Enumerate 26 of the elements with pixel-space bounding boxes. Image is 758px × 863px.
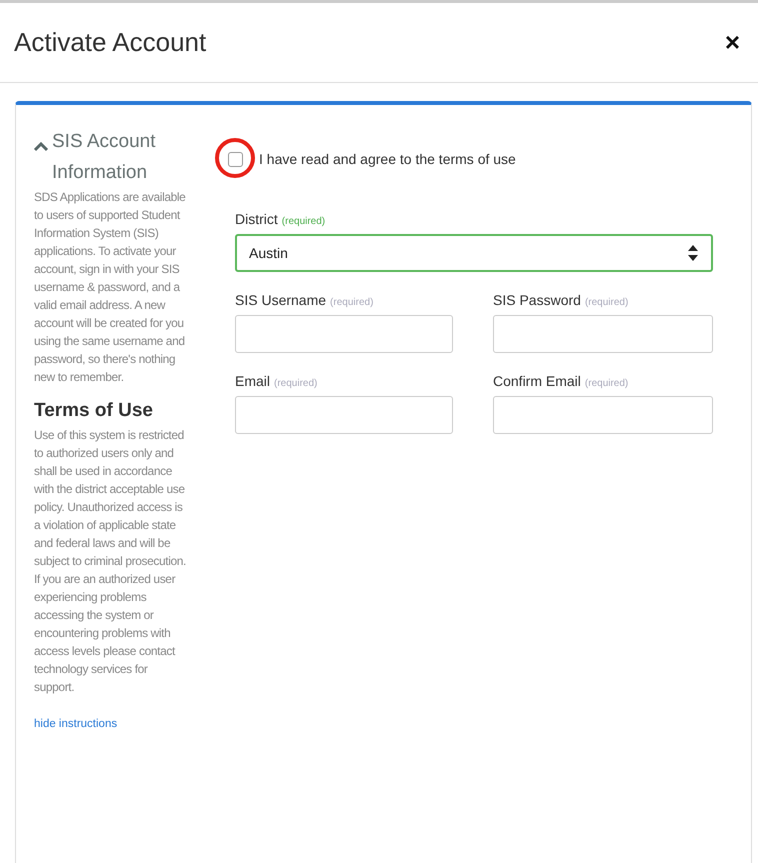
dialog-title: Activate Account	[14, 27, 206, 58]
hide-instructions-link[interactable]: hide instructions	[34, 718, 192, 730]
required-hint: (required)	[584, 297, 628, 308]
required-hint: (required)	[282, 216, 326, 227]
field-label: Confirm Email	[493, 373, 581, 389]
section-heading: SIS Account Information	[52, 130, 157, 185]
agree-checkbox[interactable]	[228, 152, 242, 166]
input-field[interactable]	[493, 315, 713, 353]
field-label: SIS Username	[235, 292, 326, 308]
close-button[interactable]: ×	[720, 27, 744, 58]
intro-paragraph: SDS Applications are available to users of supported Student Information System (SIS) applications. To activate your account, sign in with your SIS username & password, and a valid email address. A new account will be created for you using the same username and password, so there's nothing new to remember.	[34, 189, 186, 386]
input-field[interactable]	[235, 315, 453, 353]
chevron-icon[interactable]	[34, 142, 48, 152]
terms-heading: Terms of Use	[34, 400, 154, 422]
field-label: Email	[235, 373, 270, 389]
field-label: SIS Password	[493, 292, 581, 308]
required-hint: (required)	[584, 378, 628, 389]
input-field[interactable]	[493, 396, 713, 434]
district-select[interactable]: Austin	[235, 234, 713, 272]
agree-label: I have read and agree to the terms of use	[259, 151, 516, 167]
field-label: District	[235, 211, 278, 227]
updown-icon	[687, 244, 699, 262]
terms-paragraph: Use of this system is restricted to authorized users only and shall be used in accordance with the district acceptable use policy. Unauthorized access is a violation of applicable state and federal laws and will be subject to criminal prosecution. If you are an authorized user experiencing problems accessing the system or encountering problems with access levels please contact technology services for support.	[34, 427, 187, 696]
input-field[interactable]	[235, 396, 453, 434]
required-hint: (required)	[330, 297, 374, 308]
required-hint: (required)	[274, 378, 318, 389]
